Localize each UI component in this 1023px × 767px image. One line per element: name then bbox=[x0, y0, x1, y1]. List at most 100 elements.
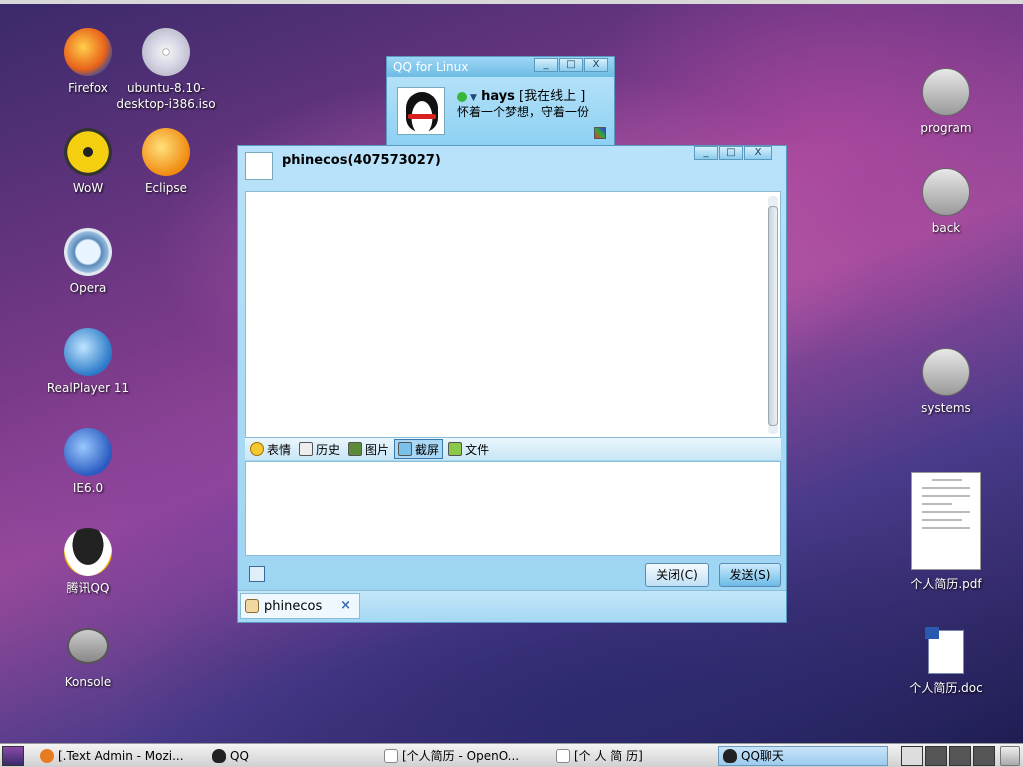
desktop-icon-label: Opera bbox=[69, 281, 107, 295]
taskbar-item-qq[interactable]: QQ bbox=[212, 746, 302, 766]
desktop-1[interactable] bbox=[901, 746, 923, 766]
wow-icon bbox=[64, 128, 112, 176]
minimize-button[interactable]: _ bbox=[694, 146, 718, 160]
qq-main-window[interactable]: QQ for Linux _ □ X ▼ hays [我在线上 ] 怀着一个梦想… bbox=[386, 56, 615, 148]
desktop-icon-systems[interactable]: systems bbox=[901, 348, 991, 416]
taskbar-item-qq-chat[interactable]: QQ聊天 bbox=[718, 746, 888, 766]
picture-icon bbox=[348, 442, 363, 456]
desktop-icon-label: WoW bbox=[72, 181, 104, 195]
chat-tab-strip: phinecos × bbox=[238, 590, 786, 622]
desktop-icon-resume-doc[interactable]: 个人简历.doc bbox=[901, 627, 991, 696]
picture-button[interactable]: 图片 bbox=[345, 439, 392, 459]
desktop-icon-realplayer[interactable]: RealPlayer 11 bbox=[43, 328, 133, 396]
desktop-icon-ubuntu-iso[interactable]: ubuntu-8.10- desktop-i386.iso bbox=[113, 28, 219, 112]
desktop-icon-label: 个人简历.doc bbox=[909, 681, 983, 695]
desktop-4[interactable] bbox=[973, 746, 995, 766]
desktop-icon-ie[interactable]: IE6.0 bbox=[43, 428, 133, 496]
user-name: hays bbox=[481, 89, 515, 104]
desktop-icon-opera[interactable]: Opera bbox=[43, 228, 133, 296]
konsole-icon bbox=[67, 628, 109, 664]
desktop-icon-label: 腾讯QQ bbox=[66, 581, 110, 595]
taskbar-item-firefox[interactable]: [.Text Admin - Mozi... bbox=[40, 746, 208, 766]
desktop-icon-qq[interactable]: 腾讯QQ bbox=[43, 528, 133, 596]
desktop-icon-label: Eclipse bbox=[144, 181, 188, 195]
file-icon bbox=[448, 442, 463, 456]
disk-icon bbox=[922, 68, 970, 116]
maximize-button[interactable]: □ bbox=[719, 146, 743, 160]
emoticon-button[interactable]: 表情 bbox=[247, 439, 294, 459]
desktop-icon-label: IE6.0 bbox=[72, 481, 104, 495]
cd-image-icon bbox=[142, 28, 190, 76]
window-title: QQ for Linux bbox=[393, 60, 469, 74]
word-document-icon bbox=[925, 627, 964, 674]
close-chat-button[interactable]: 关闭(C) bbox=[645, 563, 709, 587]
taskbar-item-label: [个 人 简 历] bbox=[574, 749, 643, 763]
screenshot-icon bbox=[398, 442, 413, 456]
desktop-icon-eclipse[interactable]: Eclipse bbox=[121, 128, 211, 196]
history-scrollbar[interactable] bbox=[768, 196, 778, 434]
qq-main-titlebar[interactable]: QQ for Linux _ □ X bbox=[387, 57, 614, 77]
taskbar: [.Text Admin - Mozi... QQ [个人简历 - OpenO.… bbox=[0, 743, 1023, 767]
taskbar-item-label: [个人简历 - OpenO... bbox=[402, 749, 520, 763]
user-signature[interactable]: 怀着一个梦想，守着一份 bbox=[457, 103, 607, 120]
user-avatar[interactable] bbox=[397, 87, 445, 135]
send-file-button[interactable]: 文件 bbox=[445, 439, 492, 459]
realplayer-icon bbox=[64, 328, 112, 376]
close-button[interactable]: X bbox=[744, 146, 772, 160]
status-dropdown-icon[interactable]: ▼ bbox=[470, 93, 477, 103]
send-button[interactable]: 发送(S) bbox=[719, 563, 781, 587]
taskbar-item-label: [.Text Admin - Mozi... bbox=[58, 749, 184, 763]
desktop-icon-label: ubuntu-8.10- desktop-i386.iso bbox=[116, 81, 216, 111]
window-controls: _ □ X bbox=[534, 58, 608, 72]
chat-header[interactable]: phinecos(407573027) _ □ X bbox=[238, 146, 786, 188]
desktop-2[interactable] bbox=[925, 746, 947, 766]
taskbar-item-openoffice[interactable]: [个人简历 - OpenO... bbox=[384, 746, 550, 766]
close-button[interactable]: X bbox=[584, 58, 608, 72]
close-tab-icon[interactable]: × bbox=[340, 598, 351, 613]
firefox-icon bbox=[64, 28, 112, 76]
user-status: [我在线上 ] bbox=[519, 89, 586, 104]
desktop-icon-resume-pdf[interactable]: 个人简历.pdf bbox=[901, 472, 991, 592]
message-history[interactable] bbox=[245, 191, 781, 438]
qq-icon bbox=[212, 749, 226, 763]
top-panel-strip bbox=[0, 0, 1023, 4]
file-label: 文件 bbox=[465, 442, 490, 457]
smiley-icon bbox=[250, 442, 264, 456]
desktop-icon-konsole[interactable]: Konsole bbox=[43, 628, 133, 690]
history-label: 历史 bbox=[316, 442, 341, 457]
emoticon-label: 表情 bbox=[267, 442, 292, 457]
desktop-icon-program[interactable]: program bbox=[901, 68, 991, 136]
document-icon bbox=[556, 749, 570, 763]
qq-icon bbox=[723, 749, 737, 763]
desktop-3[interactable] bbox=[949, 746, 971, 766]
document-icon bbox=[384, 749, 398, 763]
minimize-button[interactable]: _ bbox=[534, 58, 558, 72]
desktop-icon-label: 个人简历.pdf bbox=[910, 577, 982, 591]
eclipse-icon bbox=[142, 128, 190, 176]
chat-toolbar: 表情 历史 图片 截屏 文件 bbox=[245, 438, 781, 460]
start-menu-icon[interactable] bbox=[2, 746, 24, 766]
history-button[interactable]: 历史 bbox=[296, 439, 343, 459]
taskbar-item-resume[interactable]: [个 人 简 历] bbox=[556, 746, 712, 766]
maximize-button[interactable]: □ bbox=[559, 58, 583, 72]
desktop-icon-label: RealPlayer 11 bbox=[46, 381, 130, 395]
trash-icon[interactable] bbox=[1000, 746, 1020, 766]
online-status-icon[interactable] bbox=[457, 91, 467, 102]
window-controls: _ □ X bbox=[694, 146, 772, 160]
scrollbar-thumb[interactable] bbox=[768, 206, 778, 426]
chat-bottom-bar: 关闭(C) 发送(S) bbox=[245, 560, 781, 590]
firefox-icon bbox=[40, 749, 54, 763]
message-input[interactable] bbox=[245, 461, 781, 556]
desktop-icon-back[interactable]: back bbox=[901, 168, 991, 236]
chat-window[interactable]: phinecos(407573027) _ □ X 表情 历史 图片 截屏 文件… bbox=[237, 145, 787, 623]
desktop-icon-label: program bbox=[920, 121, 972, 135]
pdf-document-icon bbox=[911, 472, 981, 570]
chat-tab-phinecos[interactable]: phinecos × bbox=[240, 593, 360, 619]
skin-color-icon[interactable] bbox=[594, 127, 606, 139]
screenshot-button[interactable]: 截屏 bbox=[394, 439, 444, 459]
settings-icon[interactable] bbox=[249, 566, 265, 582]
desktop-icon-wow[interactable]: WoW bbox=[43, 128, 133, 196]
desktop-icon-label: systems bbox=[921, 401, 971, 415]
contact-avatar[interactable] bbox=[245, 152, 273, 180]
screenshot-label: 截屏 bbox=[415, 442, 440, 457]
